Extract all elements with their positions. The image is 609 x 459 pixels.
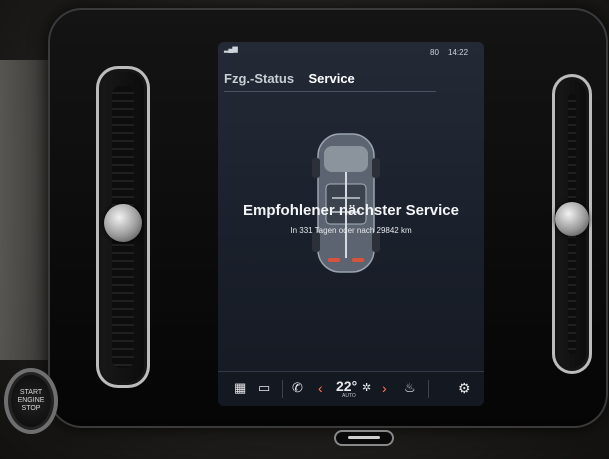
temperature-value[interactable]: 22°: [336, 378, 357, 394]
vent-knob-right[interactable]: [555, 202, 589, 236]
chevron-right-icon[interactable]: ›: [382, 380, 387, 396]
engine-button-label-2: ENGINE: [17, 397, 45, 404]
climate-mode: AUTO: [342, 393, 356, 399]
vent-knob-left[interactable]: [104, 204, 142, 242]
signal-icon: ▂▄▆: [224, 46, 238, 53]
start-engine-stop-button[interactable]: START ENGINE STOP: [4, 368, 58, 434]
tab-vehicle-status[interactable]: Fzg.-Status: [224, 71, 294, 86]
divider: [428, 380, 429, 398]
chevron-left-icon[interactable]: ‹: [318, 380, 323, 396]
seat-heat-icon[interactable]: ♨: [404, 380, 416, 396]
tab-bar: Fzg.-Status Service: [224, 70, 365, 88]
air-vent-left: [96, 66, 150, 388]
fan-icon[interactable]: ✲: [362, 381, 371, 394]
air-vent-right: [552, 74, 592, 374]
divider: [282, 380, 283, 398]
infotainment-screen: ▂▄▆ 80 14:22 Fzg.-Status Service Empfohl…: [218, 42, 484, 406]
engine-button-label-1: START: [19, 389, 43, 396]
status-indicator: 80: [430, 48, 439, 57]
service-title: Empfohlener nächster Service: [243, 202, 459, 219]
status-bar: ▂▄▆ 80 14:22: [218, 42, 484, 58]
tab-service[interactable]: Service: [309, 71, 355, 86]
engine-button-label-3: STOP: [21, 405, 41, 412]
climate-bar: ▦ ▭ ✆ ‹ 22° AUTO ✲ › ♨ ⚙: [218, 371, 484, 406]
service-subtitle: In 331 Tagen oder nach 29842 km: [290, 226, 412, 235]
gear-icon[interactable]: ⚙: [458, 380, 471, 397]
grid-icon[interactable]: ▦: [234, 380, 246, 396]
tab-divider: [224, 91, 436, 92]
phone-icon[interactable]: ✆: [292, 380, 303, 396]
status-time: 14:22: [448, 48, 469, 57]
home-button[interactable]: [334, 430, 394, 446]
camera-icon[interactable]: ▭: [258, 380, 270, 396]
